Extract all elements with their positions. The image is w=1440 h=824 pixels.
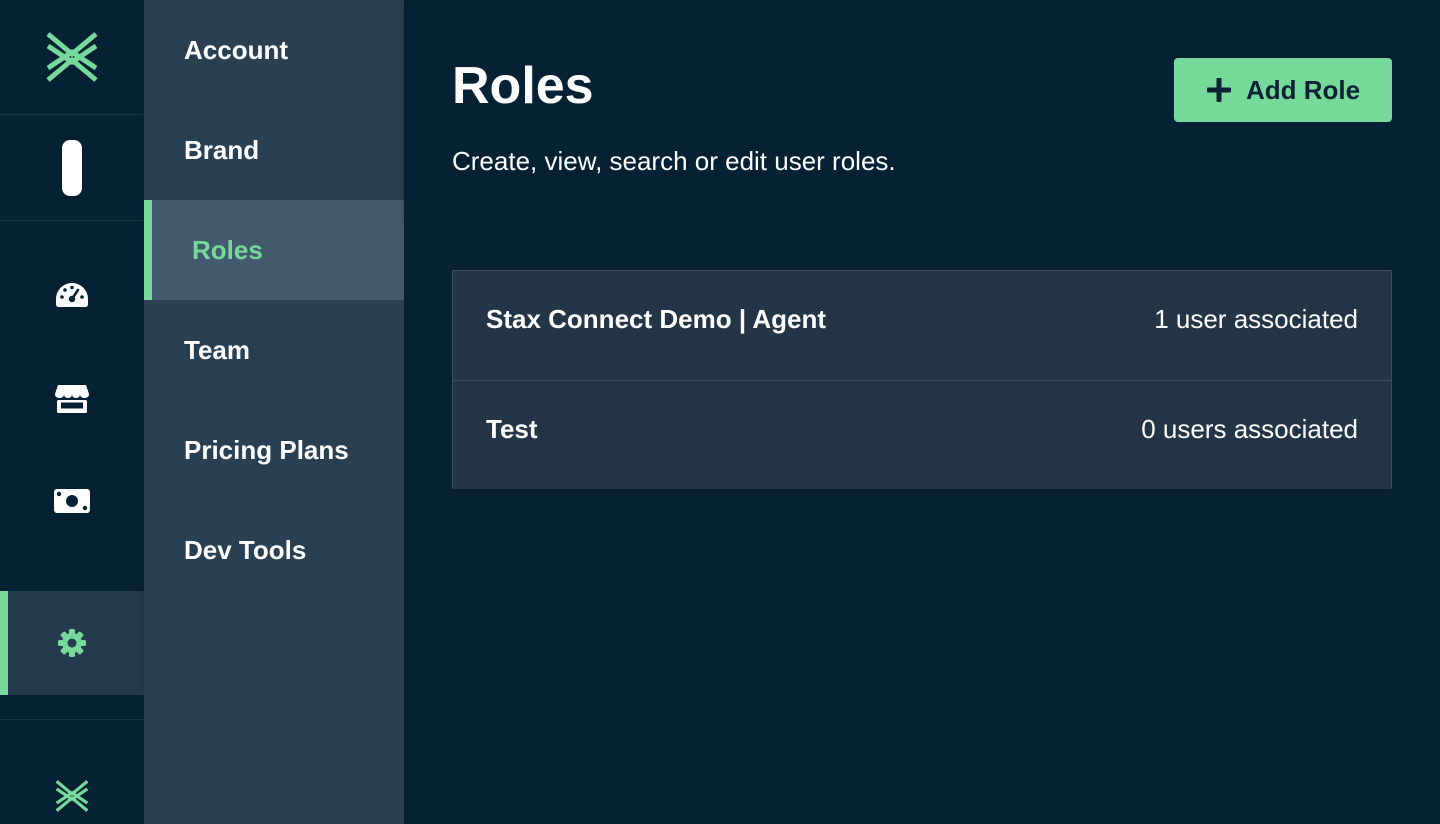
submenu-item-team[interactable]: Team bbox=[144, 300, 404, 400]
settings-submenu: Account Brand Roles Team Pricing Plans D… bbox=[144, 0, 404, 824]
toggle-pill-icon bbox=[62, 139, 82, 196]
toggle-switch[interactable] bbox=[0, 115, 144, 221]
submenu-item-label: Account bbox=[184, 34, 288, 65]
speedometer-icon bbox=[56, 283, 88, 307]
submenu-item-label: Brand bbox=[184, 134, 260, 165]
rail-item-dashboard[interactable] bbox=[0, 244, 144, 346]
role-row[interactable]: Stax Connect Demo | Agent 1 user associa… bbox=[453, 271, 1391, 381]
logo-button[interactable] bbox=[0, 0, 144, 115]
submenu-item-pricing-plans[interactable]: Pricing Plans bbox=[144, 400, 404, 500]
roles-list: Stax Connect Demo | Agent 1 user associa… bbox=[452, 270, 1392, 489]
rail-item-payments[interactable] bbox=[0, 450, 144, 552]
page-header: Roles Create, view, search or edit user … bbox=[404, 0, 1440, 222]
roles-content: Stax Connect Demo | Agent 1 user associa… bbox=[404, 222, 1440, 824]
role-user-count: 1 user associated bbox=[1154, 304, 1358, 334]
page-title: Roles bbox=[452, 57, 594, 115]
submenu-item-label: Team bbox=[184, 334, 250, 365]
stax-logo-icon bbox=[46, 32, 98, 82]
bottom-logo bbox=[0, 760, 144, 824]
role-name: Test bbox=[486, 414, 538, 444]
money-icon bbox=[54, 489, 90, 513]
storefront-icon bbox=[55, 385, 89, 413]
stax-logo-icon bbox=[55, 780, 89, 812]
plus-icon bbox=[1206, 78, 1231, 102]
add-role-label: Add Role bbox=[1245, 74, 1361, 105]
submenu-item-label: Pricing Plans bbox=[184, 434, 349, 465]
role-user-count: 0 users associated bbox=[1141, 414, 1358, 444]
submenu-item-label: Dev Tools bbox=[184, 534, 307, 565]
submenu-item-brand[interactable]: Brand bbox=[144, 100, 404, 200]
submenu-item-account[interactable]: Account bbox=[144, 0, 404, 100]
submenu-item-label: Roles bbox=[192, 234, 263, 265]
submenu-item-dev-tools[interactable]: Dev Tools bbox=[144, 500, 404, 600]
page-subtitle: Create, view, search or edit user roles. bbox=[452, 146, 896, 176]
gear-icon bbox=[58, 629, 86, 657]
rail-divider bbox=[0, 719, 144, 720]
role-row[interactable]: Test 0 users associated bbox=[453, 381, 1391, 489]
icon-rail bbox=[0, 0, 144, 824]
role-name: Stax Connect Demo | Agent bbox=[486, 304, 827, 334]
rail-item-store[interactable] bbox=[0, 348, 144, 450]
rail-item-settings[interactable] bbox=[0, 591, 144, 695]
add-role-button[interactable]: Add Role bbox=[1174, 58, 1392, 122]
submenu-item-roles[interactable]: Roles bbox=[144, 200, 404, 300]
